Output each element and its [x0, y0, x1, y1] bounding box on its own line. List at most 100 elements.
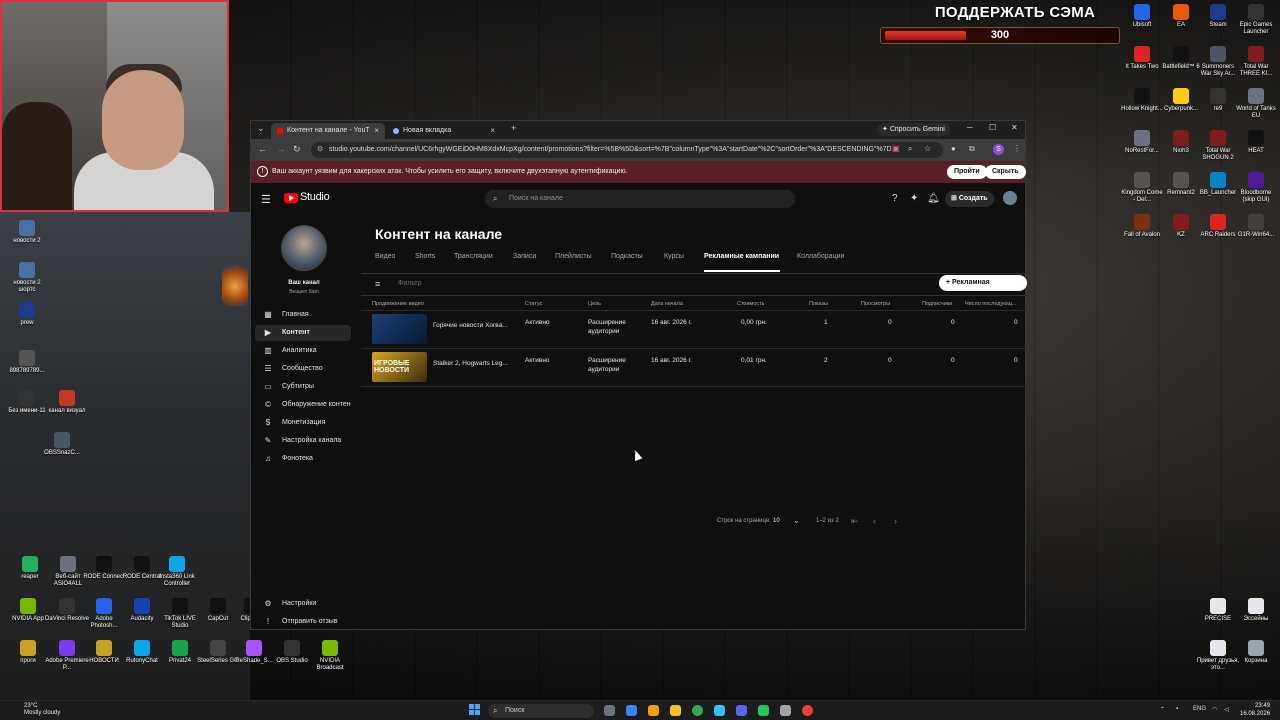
table-row[interactable]: ИГРОВЫЕ НОВОСТИ Stalker 2, Hogwarts Leg..…	[361, 349, 1027, 387]
extension-icon[interactable]: ●	[951, 144, 956, 153]
sidebar-item-subtitles[interactable]: ▭ Субтитры	[255, 379, 351, 395]
column-header[interactable]: Подписчики	[922, 301, 952, 307]
lang-indicator[interactable]: ENG	[1193, 706, 1206, 712]
content-tab[interactable]: Видео	[375, 253, 395, 260]
prev-page-icon[interactable]: ‹	[873, 516, 876, 526]
sidebar-item-feedback[interactable]: ! Отправить отзыв	[255, 614, 351, 630]
new-tab-button[interactable]: +	[511, 123, 516, 133]
desktop-shortcut[interactable]: Корзина	[1234, 640, 1278, 665]
gemini-button[interactable]: ✦ Спросить Gemini	[877, 123, 950, 136]
sidebar-item-content[interactable]: ▶ Контент	[255, 325, 351, 341]
minimize-icon[interactable]: ─	[967, 123, 973, 132]
warning-go-button[interactable]: Пройти	[947, 165, 987, 179]
desktop-shortcut[interactable]: Insta360 Link Controller	[155, 556, 199, 588]
back-icon[interactable]: ←	[258, 144, 267, 154]
zoom-icon[interactable]: ⌕	[908, 144, 912, 154]
video-thumbnail[interactable]: ИГРОВЫЕ НОВОСТИ	[372, 352, 427, 382]
column-header[interactable]: Продвижение видео	[372, 301, 424, 307]
sparkle-icon[interactable]: ✦	[910, 193, 918, 204]
content-tab[interactable]: Рекламные кампании	[704, 253, 779, 260]
account-avatar[interactable]	[1003, 191, 1017, 205]
volume-icon[interactable]: ◁	[1224, 706, 1229, 713]
desktop-shortcut[interactable]: проги	[6, 640, 50, 665]
cast-icon[interactable]: ▣	[892, 144, 900, 153]
sidebar-item-copyright[interactable]: © Обнаружение контен...	[255, 397, 351, 413]
profile-avatar[interactable]: S	[993, 144, 1004, 155]
taskbar-chrome-icon[interactable]	[692, 705, 703, 716]
chrome-menu-icon[interactable]: ⋮	[1013, 144, 1021, 153]
url-field[interactable]: ⚙ studio.youtube.com/channel/UC6rhgyWGEi…	[311, 142, 943, 158]
desktop-shortcut[interactable]: канал визуал	[45, 390, 89, 415]
clock[interactable]: 23:49 16.08.2026	[1240, 702, 1270, 718]
add-campaign-button[interactable]: + Рекламная кампания	[939, 275, 1027, 302]
rows-per-page-select[interactable]: 10	[773, 518, 780, 524]
desktop-shortcut[interactable]: G1R-Win64...	[1234, 214, 1278, 239]
channel-search-input[interactable]: ⌕ Поиск на канале	[485, 190, 795, 208]
taskbar-vscode-icon[interactable]	[626, 705, 637, 716]
desktop-shortcut[interactable]: Hollow Knight...	[1120, 88, 1164, 113]
maximize-icon[interactable]: ☐	[989, 123, 996, 132]
desktop-shortcut[interactable]: новости 2 шортс	[5, 262, 49, 294]
taskbar-chrome-profile-icon[interactable]	[802, 705, 813, 716]
taskbar-explorer-icon[interactable]	[604, 705, 615, 716]
wifi-icon[interactable]: ◠	[1212, 706, 1217, 713]
sidebar-item-dashboard[interactable]: ▦ Главная	[255, 307, 351, 323]
window-close-icon[interactable]: ✕	[1011, 123, 1018, 132]
studio-wordmark[interactable]: Studio	[300, 191, 330, 203]
network-icon[interactable]: ▪	[1176, 706, 1178, 712]
desktop-shortcut[interactable]: prew	[5, 302, 49, 327]
column-header[interactable]: Число последующ...	[965, 301, 1016, 307]
tab-youtube-studio[interactable]: Контент на канале - YouTube S ×	[271, 123, 385, 139]
content-tab[interactable]: Подкасты	[611, 253, 643, 260]
desktop-shortcut[interactable]: HEAT	[1234, 130, 1278, 155]
warning-hide-button[interactable]: Скрыть	[985, 165, 1026, 179]
desktop-shortcut[interactable]: World of Tanks EU	[1234, 88, 1278, 120]
start-windows-icon[interactable]	[469, 704, 481, 716]
desktop-shortcut[interactable]: NVIDIA Broadcast	[308, 640, 352, 672]
desktop-shortcut[interactable]: NoRestFor...	[1120, 130, 1164, 155]
column-header[interactable]: Статус	[525, 301, 542, 307]
tab-search-icon[interactable]: ⌄	[257, 123, 265, 134]
desktop-shortcut[interactable]: Ubisoft	[1120, 4, 1164, 29]
bookmark-star-icon[interactable]: ☆	[924, 144, 931, 153]
column-header[interactable]: Показы	[809, 301, 828, 307]
column-header[interactable]: Цель	[588, 301, 601, 307]
tray-chevron-icon[interactable]: ⌃	[1160, 706, 1165, 713]
desktop-shortcut[interactable]: Эссейны	[1234, 598, 1278, 623]
reload-icon[interactable]: ↻	[293, 144, 301, 155]
help-icon[interactable]: ?	[892, 193, 898, 204]
sidebar-item-monetization[interactable]: $ Монетизация	[255, 415, 351, 431]
filter-input[interactable]: Фильтр	[398, 280, 422, 287]
desktop-shortcut[interactable]: Без имени-11	[5, 390, 49, 415]
content-tab[interactable]: Курсы	[664, 253, 684, 260]
desktop-shortcut[interactable]: Kingdom Come - Del...	[1120, 172, 1164, 204]
desktop-shortcut[interactable]: Bloodborne (skip GUI)	[1234, 172, 1278, 204]
taskbar-files-icon[interactable]	[670, 705, 681, 716]
content-tab[interactable]: Записи	[513, 253, 536, 260]
tab-new-tab[interactable]: Новая вкладка ×	[387, 123, 501, 139]
desktop-shortcut[interactable]: Fall of Avalon	[1120, 214, 1164, 239]
channel-avatar[interactable]	[281, 225, 327, 271]
content-tab[interactable]: Shorts	[415, 253, 435, 260]
column-header[interactable]: Дата начала	[651, 301, 683, 307]
taskbar-phone-icon[interactable]	[758, 705, 769, 716]
column-header[interactable]: Стоимость	[737, 301, 765, 307]
site-info-icon[interactable]: ⚙	[317, 142, 323, 158]
next-page-icon[interactable]: ›	[894, 516, 897, 526]
close-tab-icon[interactable]: ×	[374, 123, 379, 139]
close-tab-icon[interactable]: ×	[490, 123, 495, 139]
menu-hamburger-icon[interactable]: ☰	[261, 193, 271, 206]
sidebar-item-analytics[interactable]: ▥ Аналитика	[255, 343, 351, 359]
taskbar-discord-icon[interactable]	[736, 705, 747, 716]
sidebar-item-audio-library[interactable]: ♫ Фонотека	[255, 451, 351, 467]
chevron-down-icon[interactable]: ⌄	[793, 516, 800, 525]
desktop-shortcut[interactable]: NVIDIA App	[6, 598, 50, 623]
sidebar-item-community[interactable]: ☰ Сообщество	[255, 361, 351, 377]
youtube-logo-icon[interactable]	[284, 193, 298, 203]
filter-icon[interactable]: ≡	[375, 279, 380, 289]
taskbar-telegram-icon[interactable]	[714, 705, 725, 716]
taskbar-search[interactable]: ⌕ Поиск	[488, 704, 594, 718]
desktop-shortcut[interactable]: OBSSnazC...	[40, 432, 84, 457]
weather-widget[interactable]: 23°C Mostly cloudy	[6, 703, 60, 717]
column-header[interactable]: Просмотры	[861, 301, 890, 307]
